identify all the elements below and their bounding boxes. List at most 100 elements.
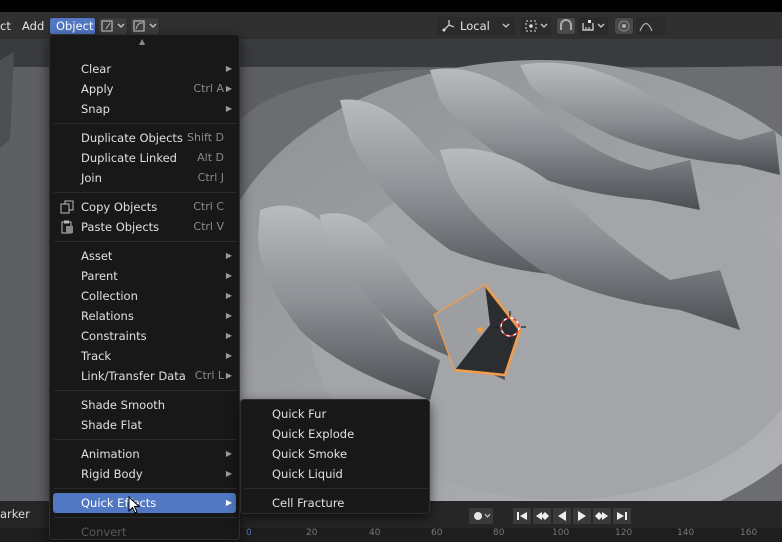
menu-item-clear[interactable]: Clear ▶ (53, 59, 236, 79)
menu-item-track[interactable]: Track ▶ (53, 346, 236, 366)
transform-orientation-dropdown[interactable]: Local (437, 17, 515, 35)
submenu-arrow-icon: ▶ (225, 351, 232, 360)
menu-object-partial[interactable]: ct (0, 17, 11, 35)
menu-item-shortcut: Ctrl A (193, 82, 224, 95)
jump-to-start-button[interactable] (513, 508, 531, 524)
ruler-tick: 60 (431, 528, 443, 538)
ruler-tick: 140 (677, 528, 695, 538)
menu-item-duplicate-linked[interactable]: Duplicate Linked Alt D (53, 148, 236, 168)
proportional-editing-toggle[interactable] (614, 17, 634, 35)
pivot-point-icon (525, 20, 548, 32)
menu-separator (54, 390, 237, 391)
keyframe-back-icon (536, 512, 549, 520)
jump-to-keyframe-back-button[interactable] (533, 508, 551, 524)
menu-separator (54, 488, 237, 489)
submenu-arrow-icon: ▶ (225, 104, 232, 113)
menu-item-label: Constraints (81, 329, 147, 343)
menu-item-shortcut: Ctrl L (194, 369, 224, 382)
menu-item-copy-objects[interactable]: Copy Objects Ctrl C (53, 197, 236, 217)
menu-item-parent[interactable]: Parent ▶ (53, 266, 236, 286)
menu-item-quick-effects[interactable]: Quick Effects ▶ (53, 493, 236, 513)
play-button[interactable] (573, 508, 591, 524)
menu-item-shortcut: Ctrl V (193, 220, 224, 233)
snap-increment-dropdown[interactable] (578, 17, 608, 35)
submenu-arrow-icon: ▶ (225, 64, 232, 73)
quick-effects-submenu: Quick Fur Quick Explode Quick Smoke Quic… (240, 399, 430, 514)
mouse-cursor-icon (128, 496, 141, 514)
menu-item-label: Link/Transfer Data (81, 369, 186, 383)
menu-item-shade-flat[interactable]: Shade Flat (53, 415, 236, 435)
menu-item-quick-liquid[interactable]: Quick Liquid (244, 464, 427, 484)
play-icon (578, 511, 586, 521)
play-reverse-button[interactable] (553, 508, 571, 524)
menu-item-paste-objects[interactable]: Paste Objects Ctrl V (53, 217, 236, 237)
menu-separator (54, 439, 237, 440)
menu-item-label: Animation (81, 447, 140, 461)
menu-add[interactable]: Add (22, 17, 44, 35)
menu-item-quick-fur[interactable]: Quick Fur (244, 404, 427, 424)
record-icon (474, 512, 491, 520)
ruler-tick: 80 (493, 528, 505, 538)
menu-item-label: Parent (81, 269, 118, 283)
menu-item-shortcut: Alt D (197, 151, 224, 164)
menu-item-shade-smooth[interactable]: Shade Smooth (53, 395, 236, 415)
window-top-strip (0, 0, 782, 12)
submenu-arrow-icon: ▶ (225, 498, 232, 507)
ruler-tick: 120 (615, 528, 633, 538)
menu-item-relations[interactable]: Relations ▶ (53, 306, 236, 326)
menu-item-apply[interactable]: Apply Ctrl A ▶ (53, 79, 236, 99)
menu-item-quick-explode[interactable]: Quick Explode (244, 424, 427, 444)
menu-separator (54, 241, 237, 242)
menu-item-label: Clear (81, 62, 112, 76)
scroll-up-arrow[interactable]: ▲ (139, 37, 145, 46)
menu-separator (54, 517, 237, 518)
snap-target-dropdown[interactable] (130, 17, 160, 35)
menu-item-label: Apply (81, 82, 114, 96)
object-menu: ▲ Clear ▶ Apply Ctrl A ▶ Snap ▶ Duplicate Ob… (49, 34, 240, 540)
menu-separator (54, 123, 237, 124)
menu-item-label: Quick Explode (272, 427, 355, 441)
magnet-icon (560, 19, 572, 30)
menu-item-label: Snap (81, 102, 110, 116)
menu-item-rigid-body[interactable]: Rigid Body ▶ (53, 464, 236, 484)
jump-end-icon (617, 512, 627, 520)
menu-item-asset[interactable]: Asset ▶ (53, 246, 236, 266)
menu-item-shortcut: Shift D (187, 131, 224, 144)
jump-to-end-button[interactable] (613, 508, 631, 524)
submenu-arrow-icon: ▶ (225, 251, 232, 260)
marker-menu[interactable]: arker (0, 507, 30, 521)
record-button[interactable] (469, 508, 493, 524)
proportional-falloff-dropdown[interactable] (636, 17, 666, 35)
falloff-curve-icon (639, 22, 653, 32)
menu-item-convert[interactable]: Convert (53, 522, 236, 542)
pivot-point-dropdown[interactable] (521, 17, 551, 35)
menu-item-label: Duplicate Linked (81, 151, 177, 165)
menu-item-label: Relations (81, 309, 134, 323)
menu-item-label: Shade Smooth (81, 398, 166, 412)
menu-item-link-transfer-data[interactable]: Link/Transfer Data Ctrl L ▶ (53, 366, 236, 386)
menu-item-quick-smoke[interactable]: Quick Smoke (244, 444, 427, 464)
submenu-arrow-icon: ▶ (225, 449, 232, 458)
menu-item-constraints[interactable]: Constraints ▶ (53, 326, 236, 346)
orientation-icon (442, 20, 455, 32)
menu-item-label: Collection (81, 289, 138, 303)
jump-to-keyframe-forward-button[interactable] (593, 508, 611, 524)
snap-toggle[interactable] (556, 17, 576, 35)
menu-item-label: Convert (81, 525, 127, 539)
menu-item-join[interactable]: Join Ctrl J (53, 168, 236, 188)
menu-item-duplicate-objects[interactable]: Duplicate Objects Shift D (53, 128, 236, 148)
menu-item-label: Quick Fur (272, 407, 327, 421)
menu-item-label: Cell Fracture (272, 496, 345, 510)
submenu-arrow-icon: ▶ (225, 271, 232, 280)
menu-item-snap[interactable]: Snap ▶ (53, 99, 236, 119)
chevron-down-icon (502, 23, 510, 28)
jump-start-icon (517, 512, 527, 520)
snap-increment-icon (582, 20, 605, 31)
menu-item-label: Asset (81, 249, 113, 263)
menu-item-collection[interactable]: Collection ▶ (53, 286, 236, 306)
menu-item-label: Quick Liquid (272, 467, 343, 481)
menu-object[interactable]: Object (49, 17, 96, 35)
transform-pivot-dropdown[interactable] (98, 17, 128, 35)
menu-item-cell-fracture[interactable]: Cell Fracture (244, 493, 427, 513)
menu-item-animation[interactable]: Animation ▶ (53, 444, 236, 464)
